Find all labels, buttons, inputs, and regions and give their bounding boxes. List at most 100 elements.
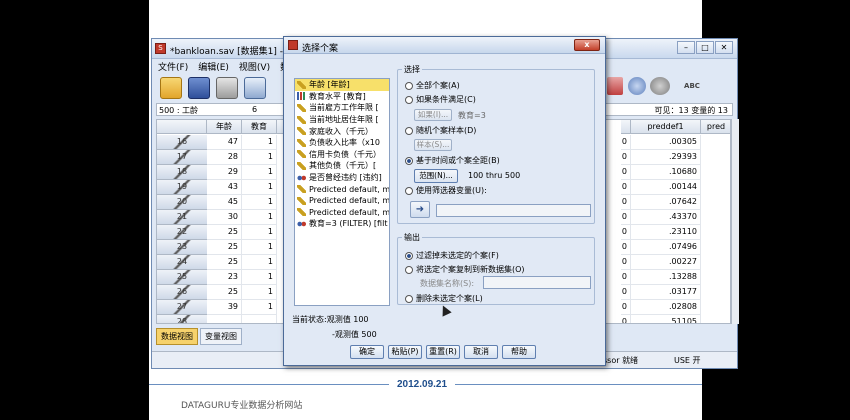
variable-list-item[interactable]: 是否曾经违约 [违约] <box>295 172 389 184</box>
variable-list-item[interactable]: Predicted default, m <box>295 183 389 195</box>
row-header[interactable]: 22 <box>157 225 207 240</box>
radio-all-cases[interactable] <box>405 81 413 90</box>
cell-education[interactable]: 1 <box>242 135 277 150</box>
cell-preddef1[interactable]: .00144 <box>631 180 701 195</box>
cell-education[interactable]: 1 <box>242 195 277 210</box>
menu-file[interactable]: 文件(F) <box>158 60 188 73</box>
radio-random-sample[interactable] <box>405 126 413 135</box>
cell-prev[interactable]: 0 <box>621 165 631 180</box>
paste-button[interactable]: 粘贴(P) <box>388 345 422 359</box>
option-filter-out[interactable]: 过滤掉未选定的个案(F) <box>405 250 499 261</box>
cell-education[interactable] <box>242 315 277 323</box>
cell-value[interactable]: 6 <box>252 105 257 114</box>
variable-list-item[interactable]: Predicted default, m <box>295 207 389 219</box>
variable-list-item[interactable]: 教育=3 (FILTER) [filt <box>295 218 389 230</box>
help-button[interactable]: 帮助 <box>502 345 536 359</box>
dataset-name-field[interactable] <box>483 276 591 289</box>
radio-copy-new-dataset[interactable] <box>405 265 413 274</box>
menu-view[interactable]: 视图(V) <box>239 60 270 73</box>
option-delete-unselected[interactable]: 删除未选定个案(L) <box>405 293 483 304</box>
cell-education[interactable]: 1 <box>242 165 277 180</box>
cell-education[interactable]: 1 <box>242 240 277 255</box>
variable-list-item[interactable]: 当前地址居住年限 [ <box>295 114 389 126</box>
cell-preddef1[interactable]: .10680 <box>631 165 701 180</box>
ok-button[interactable]: 确定 <box>350 345 384 359</box>
cell-preddef1[interactable]: .02808 <box>631 300 701 315</box>
cell-education[interactable]: 1 <box>242 255 277 270</box>
row-header[interactable]: 20 <box>157 195 207 210</box>
row-header[interactable]: 27 <box>157 300 207 315</box>
column-header-prev[interactable] <box>621 120 631 134</box>
reset-button[interactable]: 重置(R) <box>426 345 460 359</box>
radio-range[interactable] <box>405 156 413 165</box>
variable-list-item[interactable]: 家庭收入（千元） <box>295 125 389 137</box>
radio-if-condition[interactable] <box>405 95 413 104</box>
radio-filter-out[interactable] <box>405 251 413 260</box>
cell-preddef1[interactable]: .43370 <box>631 210 701 225</box>
move-variable-arrow-icon[interactable]: ➜ <box>410 201 430 218</box>
variable-list-item[interactable]: 负债收入比率（x10 <box>295 137 389 149</box>
cell-preddef1[interactable]: .23110 <box>631 225 701 240</box>
radio-delete-unselected[interactable] <box>405 294 413 303</box>
cell-age[interactable]: 28 <box>207 150 242 165</box>
menu-edit[interactable]: 编辑(E) <box>198 60 229 73</box>
spell-check-icon[interactable]: ABC <box>678 77 706 95</box>
sets-icon[interactable] <box>650 77 670 95</box>
option-if-condition[interactable]: 如果条件满足(C) <box>405 94 476 105</box>
cell-education[interactable]: 1 <box>242 285 277 300</box>
cell-education[interactable]: 1 <box>242 225 277 240</box>
variable-list[interactable]: 年龄 [年龄] 教育水平 [教育] 当前雇方工作年限 [当前地址居住年限 [家庭收入… <box>294 78 390 306</box>
cell-education[interactable]: 1 <box>242 150 277 165</box>
cell-education[interactable]: 1 <box>242 270 277 285</box>
cell-prev[interactable]: 0 <box>621 300 631 315</box>
cell-age[interactable]: 43 <box>207 180 242 195</box>
cell-age[interactable]: 45 <box>207 195 242 210</box>
option-random-sample[interactable]: 随机个案样本(D) <box>405 125 476 136</box>
cell-age[interactable]: 25 <box>207 240 242 255</box>
cell-education[interactable]: 1 <box>242 210 277 225</box>
cell-prev[interactable]: 0 <box>621 270 631 285</box>
close-icon[interactable]: ✕ <box>715 41 733 54</box>
cell-education[interactable]: 1 <box>242 300 277 315</box>
cell-prev[interactable]: 0 <box>621 150 631 165</box>
row-header[interactable]: 16 <box>157 135 207 150</box>
variable-list-item[interactable]: 当前雇方工作年限 [ <box>295 102 389 114</box>
cell-age[interactable]: 25 <box>207 285 242 300</box>
dialog-recall-icon[interactable] <box>244 77 266 99</box>
row-header[interactable]: 19 <box>157 180 207 195</box>
row-header[interactable]: 26 <box>157 285 207 300</box>
cell-age[interactable]: 25 <box>207 225 242 240</box>
cell-preddef1[interactable]: .51105 <box>631 315 701 323</box>
cell-age[interactable]: 29 <box>207 165 242 180</box>
minimize-icon[interactable]: – <box>677 41 695 54</box>
value-labels-icon[interactable] <box>628 77 646 95</box>
column-header-age[interactable]: 年龄 <box>207 120 242 134</box>
column-header-education[interactable]: 教育 <box>242 120 277 134</box>
option-range[interactable]: 基于时间或个案全距(B) <box>405 155 500 166</box>
cell-prev[interactable]: 0 <box>621 225 631 240</box>
cell-age[interactable] <box>207 315 242 323</box>
column-header-pred[interactable]: pred <box>701 120 730 134</box>
tab-variable-view[interactable]: 变量视图 <box>200 328 242 345</box>
variable-list-item[interactable]: 年龄 [年龄] <box>295 79 389 91</box>
tab-data-view[interactable]: 数据视图 <box>156 328 198 345</box>
cell-age[interactable]: 47 <box>207 135 242 150</box>
cell-preddef1[interactable]: .13288 <box>631 270 701 285</box>
cell-preddef1[interactable]: .07496 <box>631 240 701 255</box>
cell-preddef1[interactable]: .03177 <box>631 285 701 300</box>
save-icon[interactable] <box>188 77 210 99</box>
variable-list-item[interactable]: 教育水平 [教育] <box>295 91 389 103</box>
cell-age[interactable]: 23 <box>207 270 242 285</box>
cell-prev[interactable]: 0 <box>621 240 631 255</box>
cell-prev[interactable]: 0 <box>621 255 631 270</box>
cell-prev[interactable]: 0 <box>621 135 631 150</box>
cell-prev[interactable]: 0 <box>621 285 631 300</box>
row-header[interactable]: 17 <box>157 150 207 165</box>
cell-age[interactable]: 39 <box>207 300 242 315</box>
column-header-preddef1[interactable]: preddef1 <box>631 120 701 134</box>
row-header[interactable]: 24 <box>157 255 207 270</box>
cancel-button[interactable]: 取消 <box>464 345 498 359</box>
cell-preddef1[interactable]: .00227 <box>631 255 701 270</box>
variable-list-item[interactable]: 其他负债（千元）[ <box>295 160 389 172</box>
cell-prev[interactable]: 0 <box>621 195 631 210</box>
